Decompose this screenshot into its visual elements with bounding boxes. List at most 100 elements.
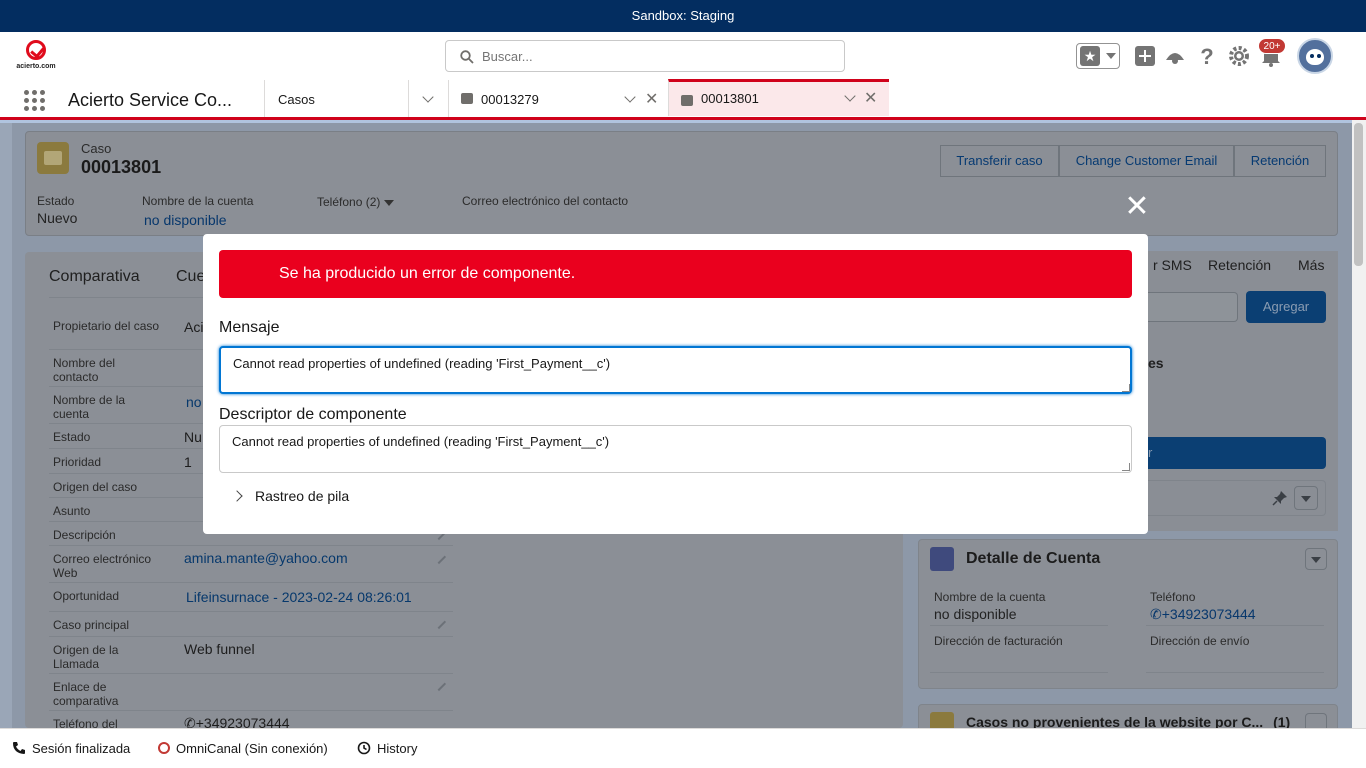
change-email-button[interactable]: Change Customer Email (1059, 145, 1234, 177)
sandbox-banner: Sandbox: Staging (0, 0, 1366, 32)
field-label: Caso principal (53, 618, 130, 632)
field-label: Enlace de comparativa (53, 680, 119, 708)
account-phone-link[interactable]: ✆+34923073444 (1150, 606, 1256, 623)
field-divider (1146, 625, 1324, 626)
chevron-down-icon (1106, 53, 1116, 59)
feed-input[interactable] (1148, 292, 1238, 322)
field-divider (49, 636, 453, 637)
transfer-case-button[interactable]: Transferir caso (940, 145, 1059, 177)
case-icon (461, 93, 473, 104)
card-menu-button[interactable] (1305, 548, 1327, 570)
account-detail-title: Detalle de Cuenta (966, 550, 1101, 567)
help-icon[interactable]: ? (1195, 44, 1219, 68)
retention-button[interactable]: Retención (1234, 145, 1326, 177)
favorites-button[interactable]: ★ (1076, 43, 1120, 69)
add-button[interactable]: Agregar (1246, 291, 1326, 323)
field-divider (49, 611, 453, 612)
opportunity-link[interactable]: Lifeinsurnace - 2023-02-24 08:26:01 (186, 589, 412, 605)
error-banner: Se ha producido un error de componente. (219, 250, 1132, 298)
offline-status-icon (158, 742, 170, 754)
close-icon[interactable]: ✕ (645, 80, 658, 120)
clock-icon (357, 741, 371, 755)
field-value: Web funnel (184, 641, 255, 657)
app-name: Acierto Service Co... (68, 90, 233, 110)
close-icon[interactable]: ✕ (1123, 192, 1151, 222)
case-icon (930, 712, 954, 728)
field-label: Origen del caso (53, 480, 138, 494)
field-divider (930, 672, 1108, 673)
scrollbar-thumb[interactable] (1354, 123, 1363, 266)
history-utility[interactable]: History (357, 741, 417, 756)
descriptor-label: Descriptor de componente (219, 406, 407, 423)
close-icon[interactable]: ✕ (864, 79, 877, 119)
field-divider (49, 710, 453, 711)
search-icon (460, 50, 474, 64)
tab-label: 00013801 (701, 91, 759, 106)
account-icon (930, 547, 954, 571)
tab-sms[interactable]: r SMS (1153, 257, 1192, 273)
pin-icon[interactable] (1272, 490, 1288, 506)
gear-icon[interactable] (1227, 44, 1251, 68)
tab-comparativa[interactable]: Comparativa (49, 268, 140, 286)
field-divider (49, 582, 453, 583)
web-email-link[interactable]: amina.mante@yahoo.com (184, 550, 348, 566)
row-menu-button[interactable] (1294, 486, 1318, 510)
tab-case-00013801[interactable]: 00013801 ✕ (668, 79, 889, 116)
account-link[interactable]: no (186, 394, 202, 410)
sidebar-toggle[interactable] (0, 123, 12, 728)
user-avatar[interactable] (1297, 38, 1333, 74)
phone-icon: ✆ (1150, 606, 1162, 622)
tab-casos[interactable]: Casos (264, 80, 408, 117)
field-value: Nu (184, 429, 202, 445)
field-label: Descripción (53, 528, 116, 542)
omnichannel-utility[interactable]: OmniCanal (Sin conexión) (158, 741, 328, 756)
global-actions-icon[interactable] (1133, 44, 1157, 68)
tab-cuenta[interactable]: Cue (176, 268, 205, 286)
error-title: Se ha producido un error de componente. (279, 265, 576, 282)
phone-utility[interactable]: Sesión finalizada (12, 741, 130, 756)
company-logo[interactable]: acierto.com (16, 40, 56, 72)
descriptor-textarea[interactable]: Cannot read properties of undefined (rea… (219, 425, 1132, 473)
account-link[interactable]: no disponible (144, 212, 227, 228)
message-label: Mensaje (219, 319, 280, 336)
global-header: acierto.com ★ ? 20+ (0, 32, 1366, 80)
resize-handle[interactable] (1122, 384, 1130, 392)
navigation-bar: Acierto Service Co... Casos 00013279 ✕ 0… (0, 79, 1366, 120)
field-label: Dirección de facturación (934, 634, 1063, 648)
chevron-down-icon[interactable] (844, 90, 856, 102)
caret-down-icon (1301, 496, 1311, 502)
tab-mas[interactable]: Más (1298, 257, 1324, 273)
app-launcher-icon[interactable] (24, 90, 46, 112)
error-modal: Se ha producido un error de componente. … (203, 234, 1148, 534)
global-search[interactable] (445, 40, 845, 72)
field-divider (49, 673, 453, 674)
logo-check-icon (26, 40, 46, 60)
tab-retencion[interactable]: Retención (1208, 257, 1271, 273)
highlight-value: Nuevo (37, 210, 78, 226)
chevron-down-icon (422, 91, 434, 103)
star-icon: ★ (1080, 46, 1100, 66)
phone-icon (13, 742, 25, 754)
card-title: es (1148, 355, 1164, 371)
field-label: Correo electrónico Web (53, 552, 152, 580)
record-number: 00013801 (81, 157, 162, 177)
message-textarea[interactable]: Cannot read properties of undefined (rea… (219, 346, 1132, 394)
resize-handle[interactable] (1122, 463, 1130, 471)
case-icon (681, 95, 693, 106)
field-label: Nombre de la cuenta (53, 393, 126, 421)
field-value: no disponible (934, 606, 1017, 622)
tab-case-00013279[interactable]: 00013279 ✕ (448, 80, 668, 117)
field-value: 1 (184, 454, 192, 470)
tab-label: Casos (278, 92, 315, 107)
search-input[interactable] (482, 46, 832, 66)
stack-trace-label: Rastreo de pila (255, 488, 350, 504)
trailhead-icon[interactable] (1163, 44, 1187, 68)
phone-dropdown[interactable]: Teléfono (2) (317, 195, 394, 209)
notifications-badge: 20+ (1258, 38, 1286, 54)
action-button[interactable]: r (1148, 437, 1326, 469)
tab-casos-menu[interactable] (408, 80, 448, 117)
field-value: Aci (184, 319, 204, 335)
chevron-down-icon[interactable] (624, 91, 636, 103)
field-label: Teléfono (1150, 590, 1196, 604)
card-menu-button[interactable] (1305, 713, 1327, 728)
